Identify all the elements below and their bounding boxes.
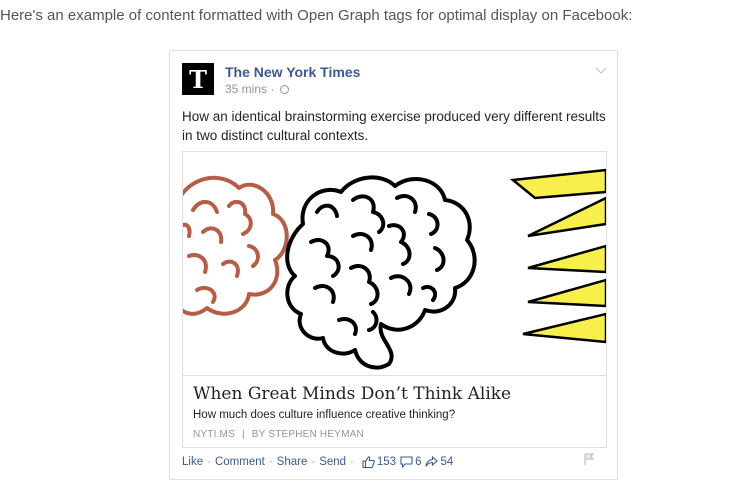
post-message: How an identical brainstorming exercise … (182, 109, 606, 143)
action-separator: · (268, 456, 273, 468)
intro-text: Here's an example of content formatted w… (0, 7, 633, 24)
nyt-logo-letter: T (189, 64, 207, 94)
center-brain-drawing (285, 175, 477, 370)
link-preview-card[interactable]: When Great Minds Don’t Think Alike How m… (182, 151, 607, 448)
shares-count[interactable]: 54 (425, 456, 453, 468)
link-description: How much does culture influence creative… (193, 409, 456, 421)
nyt-logo[interactable]: T (182, 63, 214, 95)
link-title[interactable]: When Great Minds Don’t Think Alike (193, 384, 511, 404)
comments-count[interactable]: 6 (400, 456, 421, 468)
link-author: BY STEPHEN HEYMAN (251, 429, 364, 440)
left-brain-drawing (183, 175, 289, 316)
post-time[interactable]: 35 mins (225, 82, 267, 96)
thumbs-up-icon (362, 456, 375, 468)
comment-bubble-icon (400, 456, 413, 468)
likes-count[interactable]: 153 (362, 456, 396, 468)
comment-link[interactable]: Comment (215, 456, 265, 468)
link-preview-image[interactable] (183, 152, 606, 376)
globe-icon (279, 85, 289, 94)
share-arrow-icon (425, 456, 439, 467)
page-name-link[interactable]: The New York Times (225, 64, 360, 80)
chevron-down-icon[interactable] (595, 62, 607, 74)
share-link[interactable]: Share (277, 456, 308, 468)
action-separator: · (350, 456, 354, 468)
meta-separator: · (270, 82, 275, 96)
send-link[interactable]: Send (319, 456, 346, 468)
action-separator: · (207, 456, 211, 468)
shares-count-value: 54 (440, 456, 454, 468)
comments-count-value: 6 (415, 456, 422, 468)
facebook-post: T The New York Times 35 mins · How an id… (169, 50, 618, 480)
post-meta: 35 mins · (225, 82, 289, 96)
likes-count-value: 153 (376, 456, 397, 468)
action-separator: · (311, 456, 316, 468)
action-bar: Like · Comment · Share · Send · 153 6 54 (182, 456, 453, 468)
link-domain: NYTI.MS (193, 429, 235, 440)
bolt-drawing (509, 168, 606, 344)
link-source: NYTI.MS | BY STEPHEN HEYMAN (193, 429, 364, 440)
flag-icon[interactable] (584, 453, 595, 465)
like-link[interactable]: Like (182, 456, 203, 468)
source-separator: | (241, 429, 245, 440)
